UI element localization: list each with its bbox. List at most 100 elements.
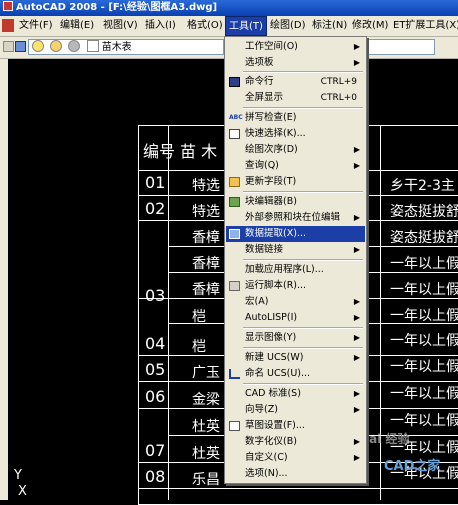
spell-check-icon: ABC [229,114,243,121]
menu-item-autolisp[interactable]: AutoLISP(I) ▶ [226,310,365,326]
menu-separator [243,71,363,73]
menu-item-draw-order[interactable]: 绘图次序(D) ▶ [226,142,365,158]
table-cell-no: 01 [145,173,166,192]
menu-item-fullscreen[interactable]: 全屏显示 CTRL+0 [226,90,365,106]
table-cell-name: 杜英 [192,446,220,462]
menu-format[interactable]: 格式(O) [184,16,226,36]
table-cell-no: 07 [145,441,166,460]
table-cell-name: 广玉 [192,365,220,381]
submenu-arrow-icon: ▶ [353,161,360,170]
menu-item-spell-check[interactable]: ABC 拼写检查(E) [226,110,365,126]
menu-dimension[interactable]: 标注(N) [309,16,350,36]
document-icon[interactable] [2,19,14,32]
current-layer-name: 苗木表 [101,42,132,53]
left-toolbar-strip [0,59,8,500]
table-cell-note: 姿态挺拔舒展 [390,204,458,220]
menu-separator [243,327,363,329]
watermark-text: Bai 经验 [360,432,410,446]
table-cell-note: 乡干2-3主 [390,178,455,194]
table-cell-note: 一年以上假植 [390,333,458,349]
menu-item-macro[interactable]: 宏(A) ▶ [226,294,365,310]
watermark-logo: CAD之家 [384,459,441,474]
menu-et-express[interactable]: ET扩展工具(X) [390,16,458,36]
menu-item-load-application[interactable]: 加载应用程序(L)... [226,262,365,278]
table-cell-name: 桤 [192,339,206,355]
menu-separator [243,107,363,109]
menu-item-data-extraction[interactable]: 数据提取(X)... [226,226,365,242]
menu-separator [243,347,363,349]
submenu-arrow-icon: ▶ [353,297,360,306]
menu-item-named-ucs[interactable]: 命名 UCS(U)... [226,366,365,382]
menu-modify[interactable]: 修改(M) [349,16,391,36]
title-bar: AutoCAD 2008 - [F:\经验\图框A3.dwg] [0,0,458,16]
toolbar-grip-icon [3,41,14,52]
table-cell-name: 香樟 [192,230,220,246]
menu-tools[interactable]: 工具(T) [225,16,267,36]
table-cell-name: 香樟 [192,282,220,298]
menu-item-block-editor[interactable]: 块编辑器(B) [226,194,365,210]
submenu-arrow-icon: ▶ [353,437,360,446]
table-cell-note: 一年以上假植 [390,359,458,375]
lock-icon [68,40,81,52]
menu-item-data-links[interactable]: 数据链接 ▶ [226,242,365,258]
menu-item-drafting-settings[interactable]: 草图设置(F)... [226,418,365,434]
menu-item-cad-standards[interactable]: CAD 标准(S) ▶ [226,386,365,402]
menu-item-run-script[interactable]: 运行脚本(R)... [226,278,365,294]
menu-edit[interactable]: 编辑(E) [57,16,97,36]
run-script-icon [229,281,240,291]
menu-separator [243,383,363,385]
table-cell-name: 金梁 [192,392,220,408]
table-cell-note: 一年以上假植 [390,308,458,324]
menu-item-new-ucs[interactable]: 新建 UCS(W) ▶ [226,350,365,366]
named-ucs-icon [229,369,240,379]
menu-item-options[interactable]: 选项(N)... [226,466,365,482]
table-cell-note: 一年以上假植 [390,256,458,272]
layer-properties-icon[interactable] [15,41,26,52]
menu-item-display-image[interactable]: 显示图像(Y) ▶ [226,330,365,346]
table-cell-name: 特选 [192,204,220,220]
table-cell-note: 一年以上假植 [390,413,458,429]
menu-separator [243,259,363,261]
table-rule [138,488,458,489]
ucs-y-axis-label: Y [14,468,22,483]
table-cell-name: 特选 [192,178,220,194]
menu-item-customize[interactable]: 自定义(C) ▶ [226,450,365,466]
menu-file[interactable]: 文件(F) [16,16,56,36]
menu-item-palettes[interactable]: 选项板 ▶ [226,55,365,71]
menu-item-xref-edit[interactable]: 外部参照和块在位编辑 ▶ [226,210,365,226]
data-extract-icon [229,229,240,239]
submenu-arrow-icon: ▶ [353,453,360,462]
menu-item-command-line[interactable]: 命令行 CTRL+9 [226,74,365,90]
menu-item-update-fields[interactable]: 更新字段(T) [226,174,365,190]
submenu-arrow-icon: ▶ [353,389,360,398]
table-rule [168,125,169,500]
table-cell-no: 02 [145,199,166,218]
table-cell-no: 06 [145,387,166,406]
color-swatch-icon [86,40,99,52]
menu-view[interactable]: 视图(V) [100,16,141,36]
table-cell-name: 乐昌 [192,472,220,488]
menu-bar: 文件(F) 编辑(E) 视图(V) 插入(I) 格式(O) 工具(T) 绘图(D… [0,16,458,37]
menu-item-tablet[interactable]: 数字化仪(B) ▶ [226,434,365,450]
table-cell-note: 姿态挺拔舒展 [390,230,458,246]
menu-item-inquiry[interactable]: 查询(Q) ▶ [226,158,365,174]
sun-icon [50,40,63,52]
submenu-arrow-icon: ▶ [353,245,360,254]
table-cell-note: 一年以上假植 [390,386,458,402]
table-cell-no: 05 [145,360,166,379]
layer-dropdown[interactable]: 苗木表 [28,39,224,55]
submenu-arrow-icon: ▶ [353,405,360,414]
menu-draw[interactable]: 绘图(D) [267,16,309,36]
submenu-arrow-icon: ▶ [353,333,360,342]
lightbulb-icon [32,40,44,52]
ucs-x-axis-label: X [18,484,27,499]
table-header-no: 编号 [143,142,176,161]
menu-insert[interactable]: 插入(I) [142,16,179,36]
menu-item-quick-select[interactable]: 快速选择(K)... [226,126,365,142]
menu-item-workspace[interactable]: 工作空间(O) ▶ [226,39,365,55]
table-cell-note: 一年以上假植 [390,282,458,298]
menu-item-wizards[interactable]: 向导(Z) ▶ [226,402,365,418]
submenu-arrow-icon: ▶ [353,353,360,362]
submenu-arrow-icon: ▶ [353,42,360,51]
table-header-name: 苗 木 [180,142,218,161]
